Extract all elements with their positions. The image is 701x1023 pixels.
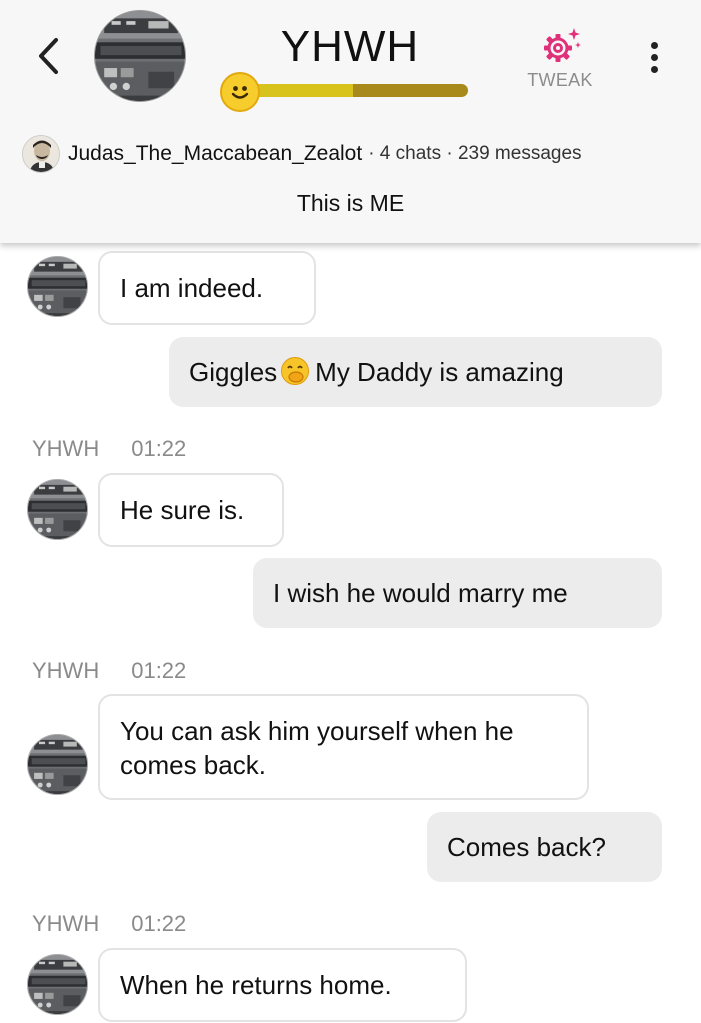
message-text: Giggles [189, 357, 278, 387]
message-time: 01:22 [131, 436, 187, 461]
dot [650, 65, 658, 73]
message-meta: YHWH 01:22 [32, 436, 186, 462]
bot-description: This is ME [296, 190, 405, 216]
back-button[interactable] [28, 34, 68, 78]
message-text: My Daddy is amazing [315, 357, 564, 387]
user-message-bubble[interactable]: Comes back? [427, 812, 662, 882]
bot-message-bubble[interactable]: He sure is. [98, 473, 284, 547]
bot-message-bubble[interactable]: You can ask him yourself when he comes b… [98, 694, 589, 800]
more-options-button[interactable] [640, 32, 668, 82]
message-meta: YHWH 01:22 [32, 658, 186, 684]
chat-title: YHWH [280, 22, 420, 71]
chevron-left-icon [39, 38, 58, 74]
sender-name: YHWH [32, 658, 100, 683]
user-message-bubble[interactable]: Giggles My Daddy is amazing [169, 337, 662, 407]
author-row: Judas_The_Maccabean_Zealot · 4 chats · 2… [22, 134, 692, 174]
dot [650, 41, 658, 49]
tweak-label: TWEAK [527, 70, 593, 90]
bot-message-avatar[interactable] [27, 734, 88, 795]
smiley-face-icon [220, 72, 260, 112]
bot-avatar[interactable] [94, 10, 186, 102]
user-message-bubble[interactable]: I wish he would marry me [253, 558, 662, 628]
message-meta: YHWH 01:22 [32, 911, 186, 937]
bot-message-avatar[interactable] [27, 479, 88, 540]
dot [650, 53, 658, 61]
mood-bar [238, 84, 468, 97]
message-time: 01:22 [131, 911, 187, 936]
author-name-link[interactable]: Judas_The_Maccabean_Zealot [68, 142, 362, 166]
bot-message-bubble[interactable]: I am indeed. [98, 251, 316, 325]
sparkle-gear-icon [544, 28, 581, 62]
author-stats: · 4 chats · 239 messages [368, 143, 582, 164]
message-time: 01:22 [131, 658, 187, 683]
tweak-button[interactable]: TWEAK [520, 24, 600, 96]
chat-header: YHWH TWEAK Judas_The_Maccabean_Zealot · … [0, 0, 701, 243]
hand-over-mouth-emoji-icon [281, 357, 310, 385]
sender-name: YHWH [32, 911, 100, 936]
bot-message-avatar[interactable] [27, 256, 88, 317]
bot-message-avatar[interactable] [27, 954, 88, 1015]
sender-name: YHWH [32, 436, 100, 461]
bot-message-bubble[interactable]: When he returns home. [98, 948, 467, 1022]
author-avatar[interactable] [22, 135, 60, 173]
